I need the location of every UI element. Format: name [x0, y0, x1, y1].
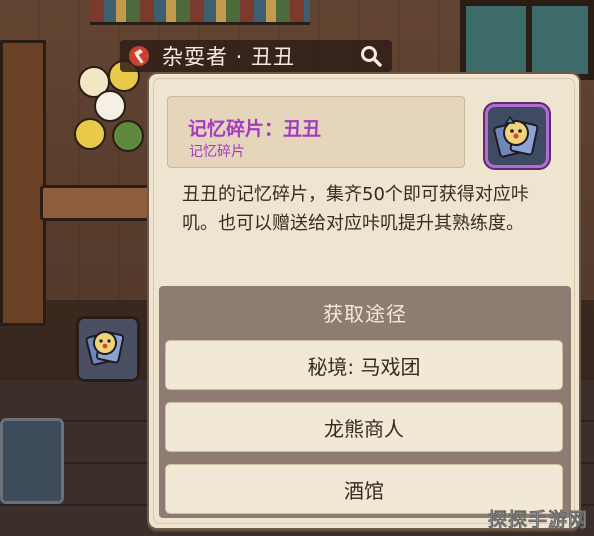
source-button-circus[interactable]: 秘境: 马戏团: [165, 340, 563, 390]
wooden-table: [40, 185, 156, 221]
acquisition-sources: 获取途径 秘境: 马戏团 龙熊商人 酒馆: [159, 286, 571, 518]
item-header: 记忆碎片：丑丑 记忆碎片: [167, 96, 465, 168]
flower-pot-decoration: [72, 60, 152, 170]
character-title: 杂耍者 · 丑丑: [162, 45, 296, 69]
item-detail-panel: 记忆碎片：丑丑 记忆碎片 丑丑的记忆碎片，集齐50个即可获得对应咔叽。也可以赠送…: [147, 72, 581, 530]
clown-memory-fragment-icon: [485, 104, 549, 168]
item-type: 记忆碎片: [189, 144, 245, 160]
hammer-icon: [126, 43, 152, 69]
watermark: 探探手游网: [487, 509, 588, 532]
wooden-cabinet: [0, 40, 46, 326]
source-button-dragon-bear-merchant[interactable]: 龙熊商人: [165, 402, 563, 452]
item-name: 记忆碎片：丑丑: [188, 118, 322, 140]
bookshelf: [90, 0, 310, 25]
search-icon[interactable]: [356, 41, 386, 71]
sources-title: 获取途径: [323, 301, 407, 326]
memory-fragment-slot-icon[interactable]: [76, 316, 140, 382]
inventory-slot[interactable]: [0, 418, 64, 504]
item-description: 丑丑的记忆碎片，集齐50个即可获得对应咔叽。也可以赠送给对应咔叽提升其熟练度。: [182, 184, 529, 234]
character-title-bar: 杂耍者 · 丑丑: [120, 40, 392, 72]
shop-window: [460, 0, 594, 80]
